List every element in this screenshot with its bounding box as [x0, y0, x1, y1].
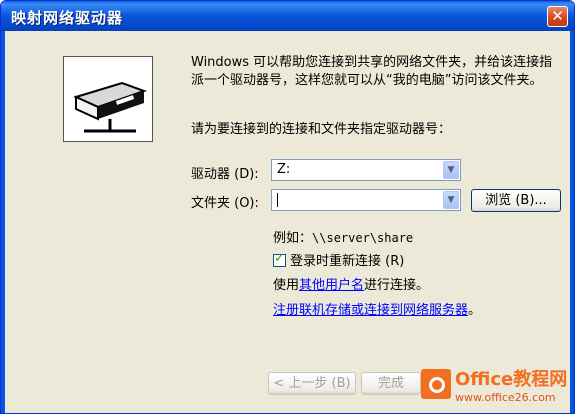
other-user-link[interactable]: 其他用户名 — [299, 278, 364, 293]
text-cursor — [277, 192, 278, 207]
other-user-prefix: 使用 — [273, 278, 300, 293]
example-unc: \\server\share — [312, 231, 414, 245]
signup-suffix: 。 — [468, 303, 482, 318]
reconnect-label: 登录时重新连接 (R) — [290, 254, 405, 269]
window-title: 映射网络驱动器 — [11, 9, 124, 27]
folder-label: 文件夹 (O): — [191, 196, 259, 211]
watermark-brand: Office教程网 — [455, 369, 568, 390]
wizard-description: Windows 可以帮助您连接到共享的网络文件夹，并给该连接指派一个驱动器号，这… — [191, 55, 553, 88]
signup-link[interactable]: 注册联机存储或连接到网络服务器 — [273, 303, 468, 318]
other-user-suffix: 进行连接。 — [364, 278, 430, 293]
example-path: 例如：\\server\share — [273, 227, 413, 246]
watermark-url: www.office26.com — [455, 391, 556, 404]
network-drive-icon — [63, 56, 153, 142]
wizard-instruction: 请为要连接到的连接和文件夹指定驱动器号： — [191, 122, 452, 137]
chevron-down-icon[interactable]: ▼ — [443, 191, 459, 209]
example-prefix: 例如： — [273, 231, 313, 246]
finish-button[interactable]: 完成 — [361, 372, 421, 395]
checkmark-icon: ✓ — [274, 251, 285, 266]
close-button[interactable]: ✕ — [547, 6, 568, 27]
chevron-down-icon[interactable]: ▼ — [443, 161, 459, 179]
site-watermark: Office教程网 www.office26.com — [421, 363, 571, 411]
folder-input[interactable]: ▼ — [271, 189, 461, 211]
reconnect-option[interactable]: ✓ 登录时重新连接 (R) — [273, 250, 404, 269]
reconnect-checkbox[interactable]: ✓ — [273, 251, 286, 267]
drive-select[interactable]: Z: ▼ — [271, 159, 461, 181]
map-network-drive-dialog: 映射网络驱动器 ✕ Windows 可以帮助您连接到共享的网络文件夹，并给该连接… — [0, 0, 575, 414]
window-frame-right — [570, 31, 574, 413]
office-logo-icon — [421, 369, 451, 399]
signup-line: 注册联机存储或连接到网络服务器。 — [273, 299, 481, 318]
title-bar[interactable]: 映射网络驱动器 ✕ — [1, 1, 574, 31]
other-user-line: 使用其他用户名进行连接。 — [273, 274, 429, 293]
network-drive-icon-graphic — [73, 81, 147, 133]
drive-select-value: Z: — [277, 162, 291, 177]
back-button[interactable]: < 上一步 (B) — [268, 372, 356, 395]
close-icon: ✕ — [551, 7, 564, 25]
window-frame-left — [1, 31, 5, 413]
drive-label: 驱动器 (D): — [191, 167, 259, 182]
browse-button[interactable]: 浏览 (B)... — [471, 189, 561, 212]
